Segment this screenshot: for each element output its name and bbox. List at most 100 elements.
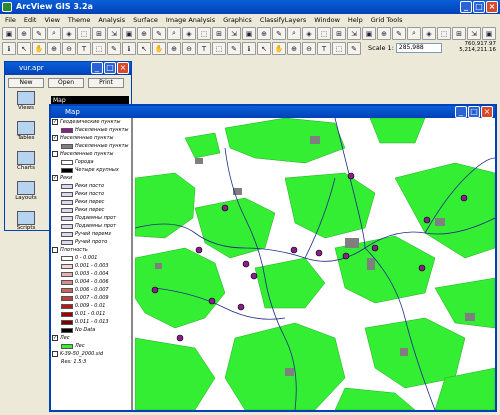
theme-settle-other[interactable]: Четыре крупных — [51, 166, 131, 174]
theme-settle-symbol[interactable]: Населенные пункты — [51, 142, 131, 150]
toolbar-button-icon[interactable]: ✋ — [272, 42, 286, 55]
project-item-layouts[interactable]: Layouts — [11, 181, 41, 211]
theme-checkbox[interactable]: ✓ — [52, 335, 58, 341]
toolbar-button-icon[interactable]: ◈ — [302, 27, 316, 40]
toolbar-button-icon[interactable]: ⇲ — [107, 27, 121, 40]
menu-image-analysis[interactable]: Image Analysis — [166, 14, 215, 26]
menu-help[interactable]: Help — [348, 14, 363, 26]
toolbar-button-icon[interactable]: ⊕ — [257, 27, 271, 40]
toolbar-button-icon[interactable]: ✎ — [152, 27, 166, 40]
theme-gauss[interactable]: ✓ Геодезические пункты — [51, 118, 131, 126]
theme-towns[interactable]: Города — [51, 158, 131, 166]
toolbar-button-icon[interactable]: ⌕ — [47, 27, 61, 40]
toolbar-button-icon[interactable]: ◈ — [422, 27, 436, 40]
theme-raster[interactable]: K-39-50_2000.sid — [51, 350, 131, 358]
project-maximize-button[interactable]: □ — [104, 62, 116, 74]
theme-checkbox[interactable] — [52, 151, 58, 157]
toolbar-button-icon[interactable]: ▣ — [482, 27, 496, 40]
project-item-scripts[interactable]: Scripts — [11, 211, 41, 241]
toolbar-button-icon[interactable]: ⊖ — [182, 42, 196, 55]
toolbar-button-icon[interactable]: ⊕ — [137, 27, 151, 40]
close-button[interactable]: × — [486, 1, 498, 13]
density-item[interactable]: 0.009 - 0.01 — [51, 302, 131, 310]
menu-file[interactable]: File — [5, 14, 16, 26]
toolbar-button-icon[interactable]: ⊞ — [92, 27, 106, 40]
toolbar-button-icon[interactable]: ✎ — [32, 27, 46, 40]
density-item[interactable]: 0.007 - 0.009 — [51, 294, 131, 302]
toolbar-button-icon[interactable]: ✋ — [32, 42, 46, 55]
toolbar-button-icon[interactable]: ↖ — [137, 42, 151, 55]
toolbar-button-icon[interactable]: ⇲ — [467, 27, 481, 40]
new-button[interactable]: New — [8, 78, 44, 88]
menu-surface[interactable]: Surface — [133, 14, 158, 26]
theme-settle-poly[interactable]: Населенные пункты — [51, 150, 131, 158]
river-item[interactable]: Подземны прот — [51, 214, 131, 222]
toolbar-button-icon[interactable]: ⬚ — [212, 42, 226, 55]
toolbar-button-icon[interactable]: ✋ — [152, 42, 166, 55]
toolbar-button-icon[interactable]: ℹ — [122, 42, 136, 55]
toolbar-button-icon[interactable]: ⊕ — [287, 42, 301, 55]
map-minimize-button[interactable]: _ — [455, 106, 467, 118]
toolbar-button-icon[interactable]: ⇲ — [347, 27, 361, 40]
theme-density[interactable]: Плотность — [51, 246, 131, 254]
toolbar-button-icon[interactable]: ✎ — [107, 42, 121, 55]
project-item-tables[interactable]: Tables — [11, 121, 41, 151]
menu-theme[interactable]: Theme — [68, 14, 90, 26]
toolbar-button-icon[interactable]: ▣ — [122, 27, 136, 40]
toolbar-button-icon[interactable]: ↖ — [257, 42, 271, 55]
maximize-button[interactable]: □ — [473, 1, 485, 13]
density-item[interactable]: 0.011 - 0.013 — [51, 318, 131, 326]
theme-forest[interactable]: ✓ Лес — [51, 334, 131, 342]
density-item[interactable]: 0.003 - 0.004 — [51, 270, 131, 278]
theme-checkbox[interactable] — [52, 247, 58, 253]
river-item[interactable]: Ручей перемз — [51, 230, 131, 238]
menu-graphics[interactable]: Graphics — [223, 14, 252, 26]
project-item-charts[interactable]: Charts — [11, 151, 41, 181]
river-item[interactable]: Реки посто — [51, 182, 131, 190]
toolbar-button-icon[interactable]: ⊕ — [47, 42, 61, 55]
toolbar-button-icon[interactable]: ↖ — [17, 42, 31, 55]
toolbar-button-icon[interactable]: ⇲ — [227, 27, 241, 40]
theme-gauss-symbol[interactable]: Населенные пункты — [51, 126, 131, 134]
toolbar-button-icon[interactable]: ✎ — [227, 42, 241, 55]
table-of-contents[interactable]: ✓ Геодезические пункты Населенные пункты ✓ Н… — [51, 118, 133, 410]
toolbar-button-icon[interactable]: ⬚ — [317, 27, 331, 40]
density-item[interactable]: 0 - 0.001 — [51, 254, 131, 262]
toolbar-button-icon[interactable]: ◈ — [182, 27, 196, 40]
toolbar-button-icon[interactable]: ✎ — [392, 27, 406, 40]
river-item[interactable]: Ручей прото — [51, 238, 131, 246]
toolbar-button-icon[interactable]: ⌕ — [287, 27, 301, 40]
forest-symbol[interactable]: Лес — [51, 342, 131, 350]
menu-edit[interactable]: Edit — [24, 14, 37, 26]
theme-rivers[interactable]: ✓ Реки — [51, 174, 131, 182]
toolbar-button-icon[interactable]: ⊞ — [452, 27, 466, 40]
toolbar-button-icon[interactable]: ⬚ — [437, 27, 451, 40]
river-item[interactable]: Подземны прот — [51, 222, 131, 230]
toolbar-button-icon[interactable]: ⊞ — [212, 27, 226, 40]
toolbar-button-icon[interactable]: ⊕ — [167, 42, 181, 55]
menu-analysis[interactable]: Analysis — [98, 14, 125, 26]
project-close-button[interactable]: × — [117, 62, 129, 74]
toolbar-button-icon[interactable]: ⌕ — [167, 27, 181, 40]
toolbar-button-icon[interactable]: ⬚ — [92, 42, 106, 55]
theme-checkbox[interactable]: ✓ — [52, 135, 58, 141]
toolbar-button-icon[interactable]: ⬚ — [197, 27, 211, 40]
toolbar-button-icon[interactable]: ⌕ — [407, 27, 421, 40]
toolbar-button-icon[interactable]: ℹ — [242, 42, 256, 55]
project-minimize-button[interactable]: _ — [91, 62, 103, 74]
map-maximize-button[interactable]: □ — [468, 106, 480, 118]
river-item[interactable]: Реки посто — [51, 190, 131, 198]
toolbar-button-icon[interactable]: ⬚ — [77, 27, 91, 40]
theme-settle-pts[interactable]: ✓ Населенные пункты — [51, 134, 131, 142]
density-item[interactable]: 0.001 - 0.003 — [51, 262, 131, 270]
print-button[interactable]: Print — [88, 78, 124, 88]
toolbar-button-icon[interactable]: ℹ — [2, 42, 16, 55]
menu-window[interactable]: Window — [314, 14, 340, 26]
minimize-button[interactable]: _ — [460, 1, 472, 13]
map-close-button[interactable]: × — [481, 106, 493, 118]
map-canvas[interactable] — [135, 118, 495, 410]
river-item[interactable]: Реки перес — [51, 206, 131, 214]
theme-checkbox[interactable]: ✓ — [52, 119, 58, 125]
toolbar-button-icon[interactable]: ⊕ — [17, 27, 31, 40]
toolbar-button-icon[interactable]: T — [317, 42, 331, 55]
